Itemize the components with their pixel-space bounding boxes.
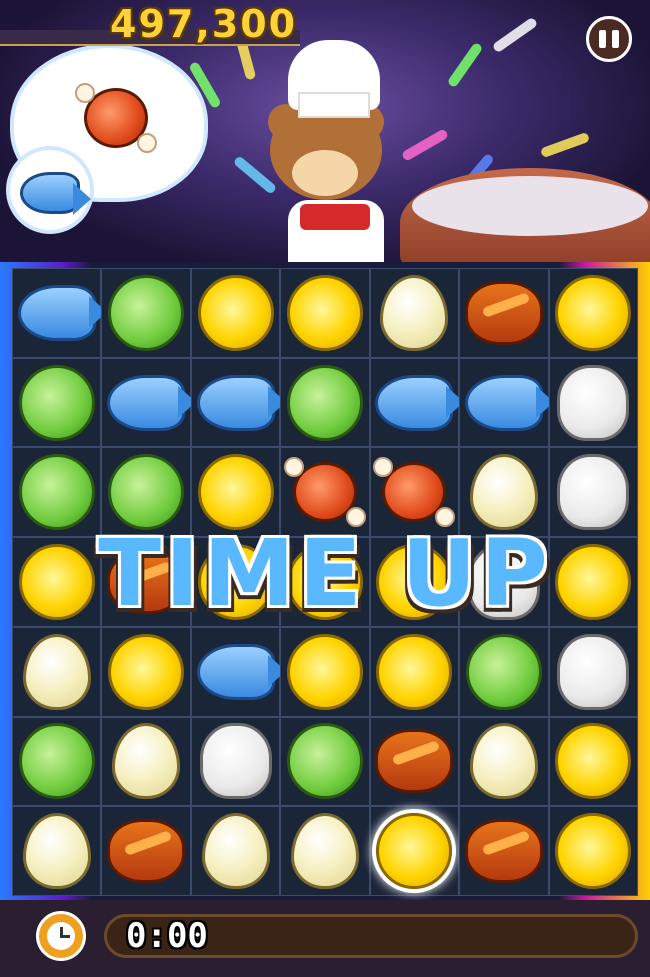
light-ray xyxy=(539,131,591,159)
fish-tile[interactable] xyxy=(17,284,107,341)
board-cell[interactable] xyxy=(548,806,638,896)
order-meat-icon xyxy=(75,83,157,153)
board-cell[interactable] xyxy=(12,626,102,717)
egg-tile[interactable] xyxy=(469,454,538,531)
board-cell[interactable] xyxy=(101,716,191,807)
pause-icon-bar xyxy=(612,30,619,48)
board-cell[interactable] xyxy=(280,357,370,448)
rice-tile[interactable] xyxy=(557,633,630,710)
light-ray xyxy=(446,41,484,89)
rice-tile[interactable] xyxy=(199,723,272,800)
pause-button[interactable] xyxy=(586,16,632,62)
board-cell[interactable] xyxy=(459,626,549,717)
board-cell[interactable] xyxy=(190,357,286,448)
egg-tile[interactable] xyxy=(112,723,181,800)
pasta-tile[interactable] xyxy=(108,633,185,710)
board-cell[interactable] xyxy=(369,806,460,896)
order-fish-icon xyxy=(20,172,91,215)
chef-bear-face xyxy=(292,150,358,196)
board-cell[interactable] xyxy=(280,626,370,717)
bread-tile[interactable] xyxy=(464,280,543,345)
egg-tile[interactable] xyxy=(201,813,270,890)
meat-tile[interactable] xyxy=(283,457,366,528)
board-cell[interactable] xyxy=(101,357,197,448)
egg-tile[interactable] xyxy=(380,274,449,351)
board-cell[interactable] xyxy=(548,716,638,807)
board-cell[interactable] xyxy=(459,268,549,358)
board-cell[interactable] xyxy=(101,268,191,358)
board-cell[interactable] xyxy=(12,357,102,448)
time-up-banner: TIME UP xyxy=(98,520,552,627)
bread-tile[interactable] xyxy=(107,819,186,884)
board-cell[interactable] xyxy=(280,716,370,807)
meat-tile[interactable] xyxy=(373,457,456,528)
pasta-tile[interactable] xyxy=(376,813,453,890)
egg-tile[interactable] xyxy=(22,813,91,890)
fish-tile[interactable] xyxy=(196,643,286,700)
board-cell[interactable] xyxy=(12,806,102,896)
fish-tile[interactable] xyxy=(107,374,197,431)
board-cell[interactable] xyxy=(369,357,465,448)
light-ray xyxy=(491,16,539,54)
pasta-tile[interactable] xyxy=(555,813,632,890)
board-cell[interactable] xyxy=(101,806,191,896)
clock-face xyxy=(47,922,75,950)
egg-tile[interactable] xyxy=(290,813,359,890)
board-cell[interactable] xyxy=(369,716,460,807)
fish-tile[interactable] xyxy=(464,374,554,431)
cabbage-tile[interactable] xyxy=(108,454,185,531)
score-value: 497,300 xyxy=(110,2,298,46)
egg-tile[interactable] xyxy=(469,723,538,800)
board-cell[interactable] xyxy=(548,357,638,448)
board-cell[interactable] xyxy=(459,806,549,896)
timer-value: 0:00 xyxy=(126,916,208,956)
pasta-tile[interactable] xyxy=(555,723,632,800)
fish-tile[interactable] xyxy=(196,374,286,431)
board-cell[interactable] xyxy=(548,268,638,358)
board-cell[interactable] xyxy=(459,357,554,448)
board-cell[interactable] xyxy=(12,716,102,807)
cabbage-tile[interactable] xyxy=(18,723,95,800)
board-cell[interactable] xyxy=(190,806,281,896)
light-ray xyxy=(400,128,450,162)
board-cell[interactable] xyxy=(190,626,286,717)
board-cell[interactable] xyxy=(12,268,107,358)
chef-hat-band xyxy=(298,92,370,118)
board-cell[interactable] xyxy=(548,626,638,717)
board-cell[interactable] xyxy=(369,626,460,717)
board-cell[interactable] xyxy=(190,716,281,807)
cabbage-tile[interactable] xyxy=(286,364,363,441)
cabbage-tile[interactable] xyxy=(286,723,363,800)
pasta-tile[interactable] xyxy=(286,274,363,351)
fish-tile[interactable] xyxy=(375,374,465,431)
pause-icon xyxy=(599,30,606,48)
board-cell[interactable] xyxy=(280,806,370,896)
pasta-tile[interactable] xyxy=(197,454,274,531)
board-cell[interactable] xyxy=(280,268,370,358)
board-cell[interactable] xyxy=(190,268,281,358)
cabbage-tile[interactable] xyxy=(18,454,95,531)
bread-tile[interactable] xyxy=(375,729,454,794)
clock-icon xyxy=(36,911,86,961)
cabbage-tile[interactable] xyxy=(108,274,185,351)
rice-tile[interactable] xyxy=(557,364,630,441)
cabbage-tile[interactable] xyxy=(465,633,542,710)
bread-tile[interactable] xyxy=(464,819,543,884)
cabbage-tile[interactable] xyxy=(18,364,95,441)
rice-tile[interactable] xyxy=(557,454,630,531)
egg-tile[interactable] xyxy=(22,633,91,710)
pot-rim xyxy=(412,176,648,236)
board-cell[interactable] xyxy=(369,268,460,358)
pasta-tile[interactable] xyxy=(555,274,632,351)
board-cell[interactable] xyxy=(101,626,191,717)
board-cell[interactable] xyxy=(459,716,549,807)
pasta-tile[interactable] xyxy=(286,633,363,710)
chef-scarf xyxy=(300,204,370,230)
pasta-tile[interactable] xyxy=(376,633,453,710)
pasta-tile[interactable] xyxy=(197,274,274,351)
